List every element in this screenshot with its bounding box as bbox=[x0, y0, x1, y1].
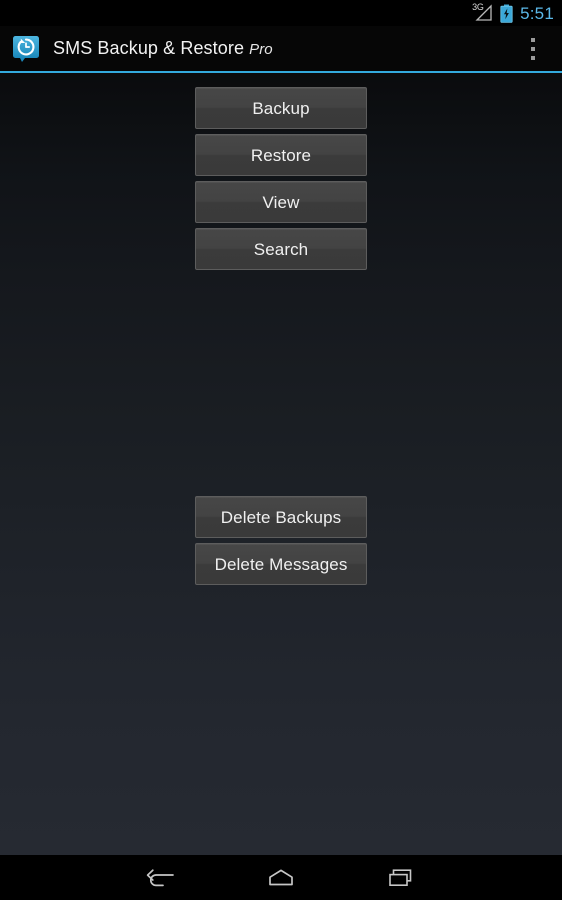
search-button[interactable]: Search bbox=[195, 228, 367, 270]
sms-backup-restore-app-icon bbox=[13, 35, 39, 62]
back-icon bbox=[146, 869, 174, 887]
status-bar: 3G 5:51 bbox=[0, 0, 562, 26]
destructive-action-button-group: Delete Backups Delete Messages bbox=[195, 496, 367, 585]
home-icon bbox=[269, 869, 293, 886]
recents-icon bbox=[389, 869, 412, 887]
nav-back-button[interactable] bbox=[138, 863, 184, 893]
delete-messages-button[interactable]: Delete Messages bbox=[195, 543, 367, 585]
status-bar-right-cluster: 3G 5:51 bbox=[472, 2, 554, 23]
action-bar: SMS Backup & Restore Pro bbox=[0, 26, 562, 71]
view-button[interactable]: View bbox=[195, 181, 367, 223]
signal-triangle-icon: 3G bbox=[472, 2, 494, 22]
page-title: SMS Backup & Restore Pro bbox=[53, 39, 273, 59]
overflow-dot-3 bbox=[531, 56, 535, 60]
delete-backups-button[interactable]: Delete Backups bbox=[195, 496, 367, 538]
android-screen: 3G 5:51 SMS Backup & Restore Pro Backup … bbox=[0, 0, 562, 900]
main-content: Backup Restore View Search Delete Backup… bbox=[0, 73, 562, 855]
nav-home-button[interactable] bbox=[258, 863, 304, 893]
overflow-dot-1 bbox=[531, 38, 535, 42]
app-title-pro-badge: Pro bbox=[249, 40, 273, 58]
app-title-text: SMS Backup & Restore bbox=[53, 37, 245, 58]
overflow-menu-icon[interactable] bbox=[522, 37, 544, 61]
backup-button[interactable]: Backup bbox=[195, 87, 367, 129]
overflow-dot-2 bbox=[531, 47, 535, 51]
battery-charging-icon bbox=[500, 4, 513, 23]
nav-recents-button[interactable] bbox=[378, 863, 424, 893]
restore-button[interactable]: Restore bbox=[195, 134, 367, 176]
status-bar-clock: 5:51 bbox=[520, 3, 554, 23]
network-type-label: 3G bbox=[472, 2, 484, 12]
system-navigation-bar bbox=[0, 855, 562, 900]
primary-action-button-group: Backup Restore View Search bbox=[195, 87, 367, 270]
